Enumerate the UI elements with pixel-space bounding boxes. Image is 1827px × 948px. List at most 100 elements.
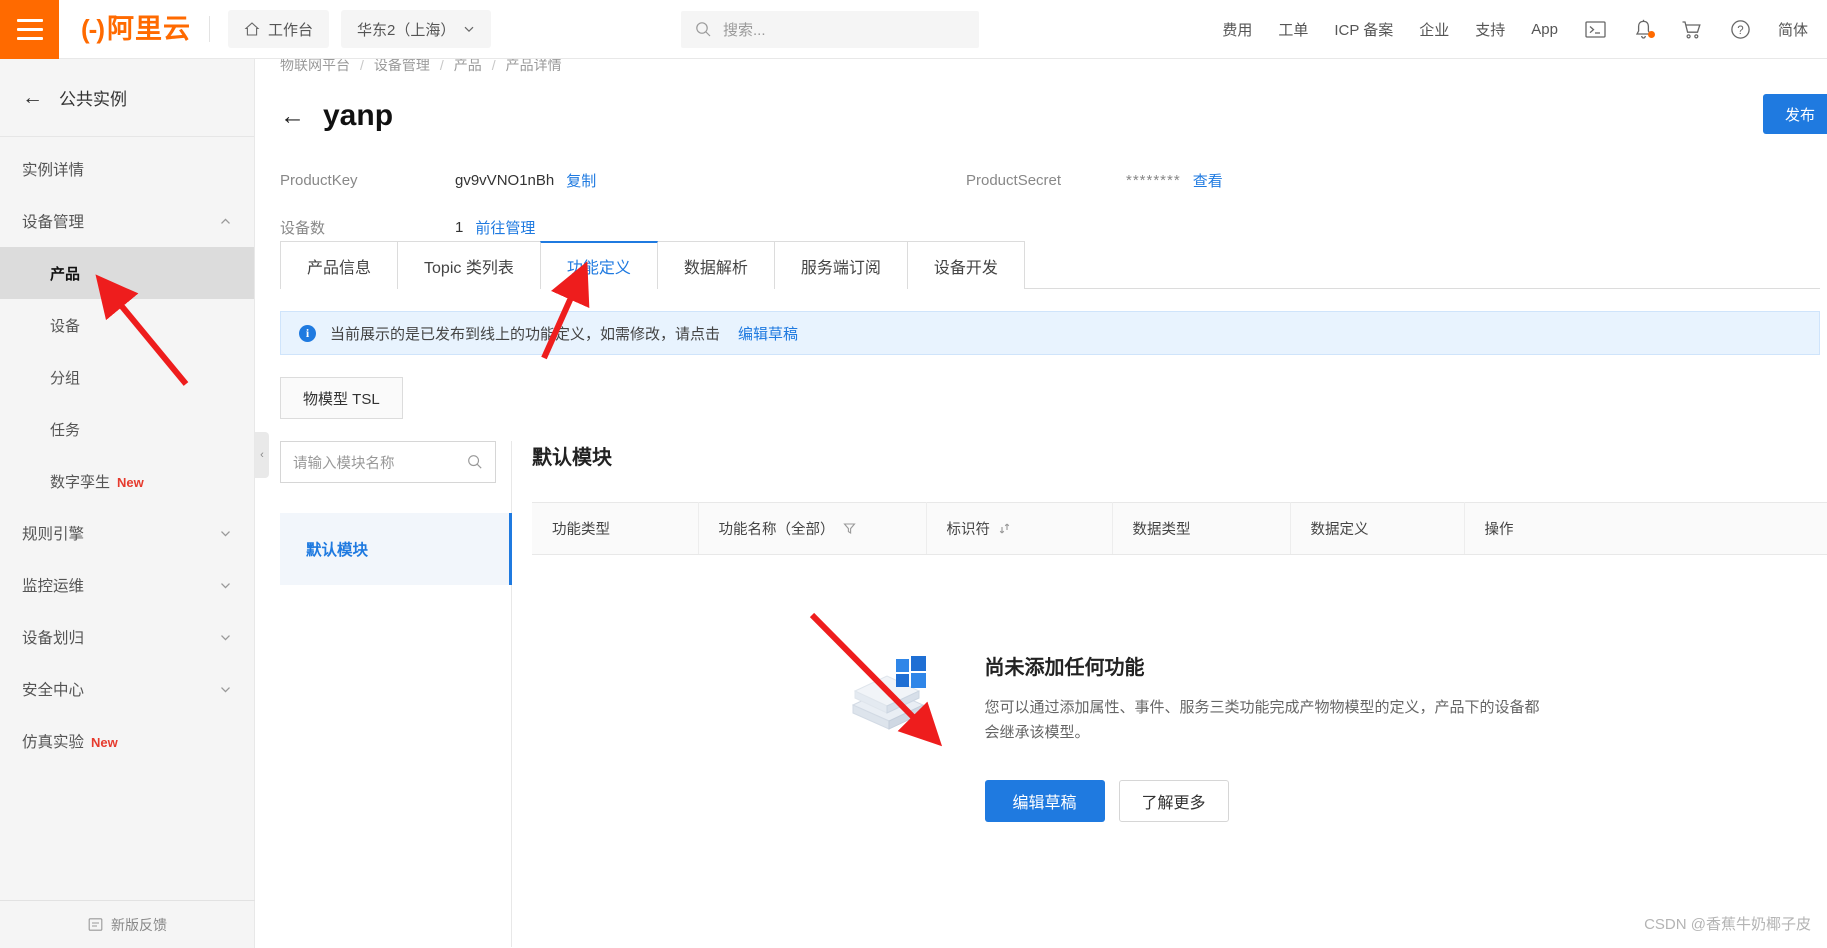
page-header: ← yanp [280,101,393,131]
chevron-down-icon [221,634,230,641]
header-link-app[interactable]: App [1518,21,1571,38]
tab-device-development[interactable]: 设备开发 [906,241,1025,289]
header-right-group: 费用 工单 ICP 备案 企业 支持 App ? 简体 [1209,0,1827,59]
chevron-up-icon [221,217,230,224]
productkey-label: ProductKey [280,171,358,189]
sidebar-item-instance-detail[interactable]: 实例详情 [0,143,254,195]
sidebar-item-label: 设备 [50,317,81,335]
sidebar-item-group[interactable]: 分组 [0,351,254,403]
region-selector[interactable]: 华东2（上海） [341,10,492,48]
th-label: 功能类型 [552,522,610,538]
sidebar-item-label: 设备划归 [22,630,85,647]
sidebar-item-security-center[interactable]: 安全中心 [0,663,254,715]
edit-draft-link[interactable]: 编辑草稿 [738,323,798,344]
productsecret-value: ******** [1126,171,1181,189]
sidebar-feedback-label: 新版反馈 [111,916,167,933]
workbench-label: 工作台 [267,21,313,39]
module-item-default[interactable]: 默认模块 [280,513,512,585]
filter-icon[interactable] [842,522,856,535]
chevron-down-icon [464,26,474,33]
sidebar-item-monitoring[interactable]: 监控运维 [0,559,254,611]
empty-state-actions: 编辑草稿 了解更多 [984,779,1545,822]
empty-state-text: 尚未添加任何功能 您可以通过添加属性、事件、服务三类功能完成产物物模型的定义，产… [984,643,1545,822]
copy-productkey-link[interactable]: 复制 [566,170,596,191]
top-header: (-) 阿里云 工作台 华东2（上海） 搜索... 费用 工单 ICP 备案 企… [0,0,1827,59]
th-data-type: 数据类型 [1112,502,1291,555]
th-identifier[interactable]: 标识符 [926,502,1113,555]
search-input[interactable]: 搜索... [681,11,979,48]
breadcrumb-item-iot-platform[interactable]: 物联网平台 [280,59,350,75]
language-selector[interactable]: 简体 [1765,19,1821,40]
sidebar-item-label: 安全中心 [22,682,85,699]
productsecret-row: ProductSecret ******** 查看 [966,162,1223,198]
sidebar-item-label: 设备管理 [22,214,85,231]
edit-draft-button[interactable]: 编辑草稿 [984,779,1105,822]
breadcrumb-separator: / [491,59,496,73]
th-function-name[interactable]: 功能名称（全部） [698,502,927,555]
new-badge: New [91,735,118,750]
tab-topic-list[interactable]: Topic 类列表 [397,241,541,289]
terminal-icon[interactable] [1571,20,1620,39]
sidebar-item-label: 仿真实验 [22,734,85,751]
sidebar-item-product[interactable]: 产品 [0,247,254,299]
tab-server-subscription[interactable]: 服务端订阅 [773,241,908,289]
breadcrumb-item-device-management[interactable]: 设备管理 [374,59,430,75]
sidebar-item-device-assignment[interactable]: 设备划归 [0,611,254,663]
header-link-fee[interactable]: 费用 [1209,19,1265,40]
th-label: 功能名称（全部） [718,522,835,538]
bell-icon[interactable] [1620,19,1667,40]
svg-text:?: ? [1737,25,1743,37]
region-label: 华东2（上海） [357,21,456,39]
empty-state: 尚未添加任何功能 您可以通过添加属性、事件、服务三类功能完成产物物模型的定义，产… [532,643,1827,822]
sidebar-item-device-management[interactable]: 设备管理 [0,195,254,247]
module-search-input[interactable]: 请输入模块名称 [280,441,496,483]
header-link-enterprise[interactable]: 企业 [1406,19,1462,40]
th-label: 操作 [1484,522,1514,538]
sidebar-item-task[interactable]: 任务 [0,403,254,455]
empty-state-description: 您可以通过添加属性、事件、服务三类功能完成产物物模型的定义，产品下的设备都会继承… [984,699,1540,741]
hamburger-icon[interactable] [0,0,59,59]
th-function-type: 功能类型 [532,502,699,555]
go-to-manage-link[interactable]: 前往管理 [475,217,535,238]
th-label: 数据类型 [1132,522,1191,538]
sort-icon[interactable] [998,522,1011,535]
workbench-button[interactable]: 工作台 [227,10,329,48]
sidebar-back-label: 公共实例 [59,90,127,109]
arrow-left-icon[interactable]: ← [280,103,305,129]
view-productsecret-link[interactable]: 查看 [1193,170,1223,191]
chevron-down-icon [221,530,230,537]
product-meta: ProductKey gv9vVNO1nBh 复制 ProductSecret … [280,162,1530,245]
module-content: 默认模块 功能类型 功能名称（全部） 标识符 数据类型 数据定义 操作 尚未添加… [532,441,1827,822]
sidebar-item-device[interactable]: 设备 [0,299,254,351]
sidebar-item-rule-engine[interactable]: 规则引擎 [0,507,254,559]
search-placeholder: 搜索... [723,22,766,39]
notification-badge [1647,31,1655,38]
breadcrumb: 物联网平台 / 设备管理 / 产品 / 产品详情 [280,59,562,75]
sidebar-feedback-button[interactable]: 新版反馈 [0,900,255,948]
function-table: 功能类型 功能名称（全部） 标识符 数据类型 数据定义 操作 [532,502,1827,555]
module-panel: 请输入模块名称 默认模块 [280,441,512,947]
sidebar-back-public-instance[interactable]: ← 公共实例 [0,59,254,137]
empty-state-title: 尚未添加任何功能 [984,657,1145,679]
new-badge: New [117,474,144,490]
help-icon[interactable]: ? [1716,19,1765,40]
tsl-tab-button[interactable]: 物模型 TSL [280,377,403,419]
tab-data-parsing[interactable]: 数据解析 [656,241,775,289]
header-link-icp[interactable]: ICP 备案 [1321,19,1406,40]
brand-logo[interactable]: (-) 阿里云 [81,15,191,43]
learn-more-button[interactable]: 了解更多 [1118,779,1229,822]
sidebar-collapse-handle[interactable]: ‹ [255,432,269,478]
sidebar-item-label: 任务 [50,421,81,439]
sidebar-item-simulation[interactable]: 仿真实验 New [0,715,254,767]
tab-product-info[interactable]: 产品信息 [280,241,399,289]
sidebar-item-digital-twin[interactable]: 数字孪生 New [0,455,254,507]
sidebar-item-label: 数字孪生 [50,473,111,491]
cart-icon[interactable] [1667,20,1716,40]
device-count-value: 1 [455,218,464,236]
header-link-ticket[interactable]: 工单 [1265,19,1321,40]
breadcrumb-item-product[interactable]: 产品 [454,59,482,75]
publish-button[interactable]: 发布 [1762,94,1827,134]
tab-function-definition[interactable]: 功能定义 [539,241,658,290]
page-title: yanp [323,99,394,132]
header-link-support[interactable]: 支持 [1462,19,1518,40]
